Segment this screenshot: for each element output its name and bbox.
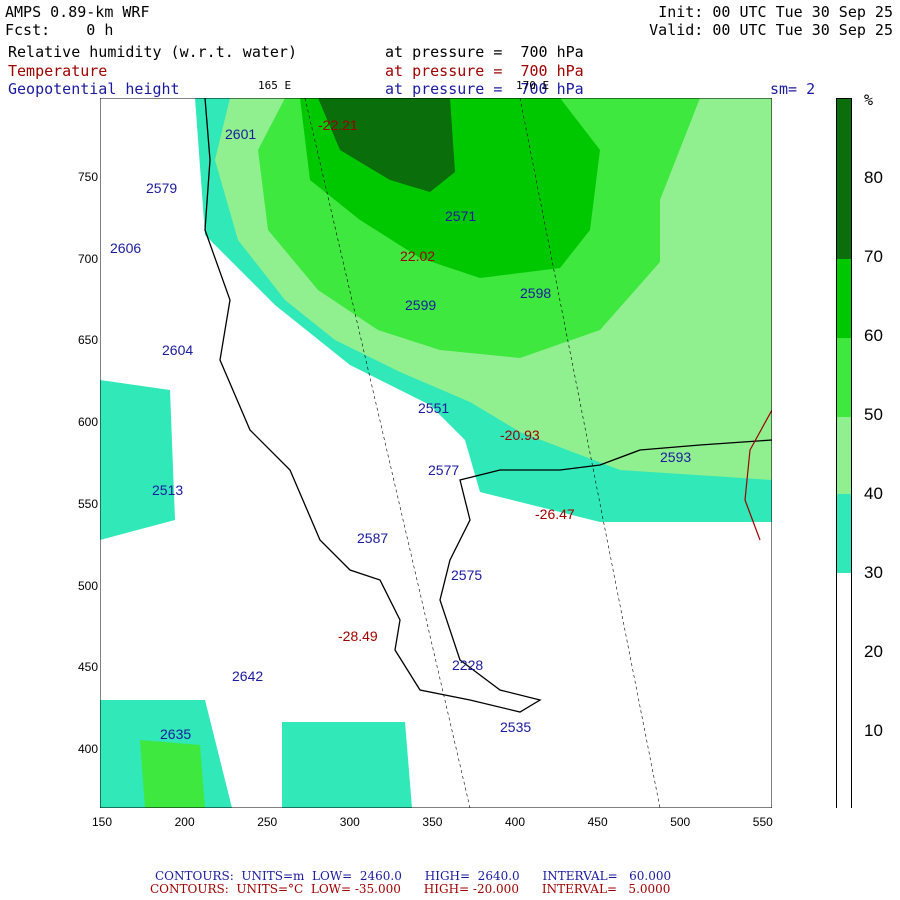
x-tick-label: 200 (174, 815, 195, 829)
label-h: 2606 (110, 240, 142, 256)
y-tick-label: 550 (78, 496, 99, 511)
y-tick-label: 400 (78, 741, 99, 756)
colorbar-unit: % (864, 91, 874, 109)
label-h: 2513 (152, 482, 184, 498)
init-time: Init: 00 UTC Tue 30 Sep 25 (658, 3, 893, 21)
model-title: AMPS 0.89-km WRF (5, 3, 150, 21)
label-l: 2228 (452, 657, 484, 673)
label-h: 2642 (232, 668, 264, 684)
field-rh-level: at pressure = 700 hPa (385, 43, 584, 61)
field-temp-level: at pressure = 700 hPa (385, 62, 584, 80)
label-l: 2604 (162, 342, 194, 358)
lon-label-170: 170 E (516, 79, 550, 92)
x-tick-label: 450 (587, 815, 608, 829)
label-temp: -26.47 (535, 506, 575, 522)
x-tick-label: 300 (339, 815, 360, 829)
colorbar-tick-label: 30 (864, 563, 883, 582)
forecast-hour: Fcst: 0 h (5, 21, 114, 39)
colorbar (836, 98, 852, 809)
rh-30-s (282, 722, 412, 808)
field-geo-level: at pressure = 700 hPa (385, 80, 584, 98)
label-temp: -28.49 (338, 628, 378, 644)
x-tick-label: 250 (257, 815, 278, 829)
footer-geo-contours: CONTOURS: UNITS=m LOW= 2460.0 HIGH= 2640… (155, 869, 672, 883)
x-tick-label: 150 (92, 815, 113, 829)
valid-time: Valid: 00 UTC Tue 30 Sep 25 (649, 21, 893, 39)
label-h: 2593 (660, 449, 692, 465)
y-tick-label: 700 (78, 251, 99, 266)
lon-label-165: 165 E (258, 79, 292, 92)
label-temp: -22.21 (318, 117, 358, 133)
label-h: 2579 (146, 180, 178, 196)
label-temp: -20.93 (500, 427, 540, 443)
label-h: 2587 (357, 530, 389, 546)
colorbar-tick-label: 80 (864, 168, 883, 187)
x-tick-label: 350 (422, 815, 443, 829)
label-l: 2571 (445, 208, 477, 224)
label-l: 2577 (428, 462, 460, 478)
colorbar-tick-label: 60 (864, 326, 883, 345)
x-tick-label: 500 (670, 815, 691, 829)
rh-40-sw (140, 740, 205, 808)
field-geo: Geopotential height (8, 80, 180, 98)
y-tick-label: 750 (78, 170, 99, 184)
y-tick-label: 650 (78, 333, 99, 348)
x-tick-label: 400 (505, 815, 526, 829)
rh-30-w (100, 380, 175, 540)
label-l: 2575 (451, 567, 483, 583)
label-h: 2635 (160, 726, 192, 742)
label-h: 2601 (225, 126, 257, 142)
label-l: 2551 (418, 400, 450, 416)
colorbar-tick-label: 10 (864, 721, 883, 740)
label-temp: 22.02 (400, 248, 436, 264)
colorbar-tick-label: 50 (864, 405, 883, 424)
y-tick-label: 500 (78, 578, 99, 593)
field-rh: Relative humidity (w.r.t. water) (8, 43, 297, 61)
footer-temp-contours: CONTOURS: UNITS=°C LOW= -35.000 HIGH= -2… (150, 882, 671, 896)
y-tick-label: 600 (78, 415, 99, 430)
label-l: 2598 (520, 285, 552, 301)
label-h: 2599 (405, 297, 437, 313)
label-l: 2535 (500, 719, 532, 735)
x-tick-label: 550 (752, 815, 773, 829)
field-temp: Temperature (8, 62, 108, 80)
smoothing: sm= 2 (770, 80, 816, 98)
colorbar-tick-label: 70 (864, 247, 883, 266)
colorbar-tick-label: 40 (864, 484, 883, 503)
y-tick-label: 450 (78, 660, 99, 675)
colorbar-tick-label: 20 (864, 642, 883, 661)
